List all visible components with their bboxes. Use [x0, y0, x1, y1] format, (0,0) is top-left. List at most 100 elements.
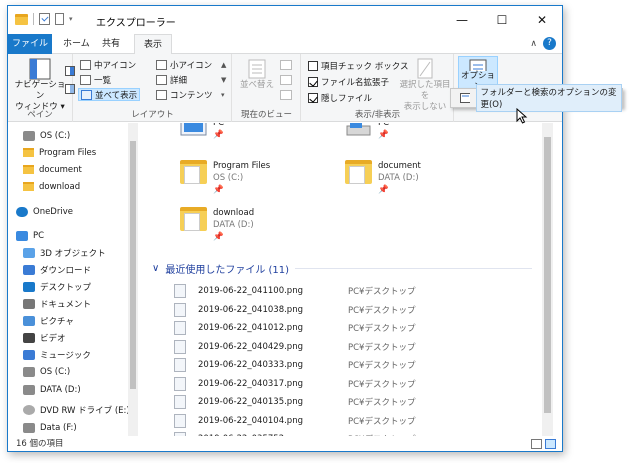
quick-access-tile[interactable]: PC 📌 [345, 123, 389, 141]
sidebar-item[interactable]: 3D オブジェクト [23, 244, 138, 261]
content-scroll-thumb[interactable] [544, 137, 551, 413]
list-item[interactable]: 2019-06-22_041100.png PC¥デスクトップ [174, 282, 542, 300]
size-columns-icon[interactable] [280, 90, 292, 103]
sidebar-item[interactable]: ビデオ [23, 329, 138, 346]
layout-small-icons[interactable]: 小アイコン [156, 58, 212, 71]
hide-selected-button[interactable]: 選択した項目を 表示しない [397, 58, 453, 113]
collapse-ribbon-icon[interactable]: ∧ [530, 39, 537, 49]
nav-scroll-thumb[interactable] [130, 141, 136, 389]
folder-icon [180, 160, 207, 184]
recent-files-header[interactable]: ∨ 最近使用したファイル (11) [152, 261, 532, 276]
hidden-files-checkbox[interactable] [308, 92, 318, 103]
tile-name: document [378, 161, 421, 171]
sidebar-item[interactable]: document📌 [23, 161, 138, 178]
file-name: 2019-06-22_041012.png [198, 323, 303, 333]
sidebar-item-label: OS (C:) [40, 130, 71, 141]
tile-location: OS (C:) [213, 173, 244, 183]
file-extensions-checkbox[interactable] [308, 76, 318, 87]
quick-access-tile[interactable]: Program Files OS (C:) 📌 [180, 160, 270, 196]
navigation-pane-button[interactable]: ナビゲーション ウィンドウ ▾ [14, 58, 66, 113]
group-by-icon[interactable] [280, 60, 292, 73]
details-view-icon[interactable] [531, 439, 542, 449]
new-folder-icon[interactable] [55, 13, 64, 25]
status-bar: 16 個の項目 [8, 436, 562, 451]
title-bar: ▾ エクスプローラー — ☐ ✕ [8, 6, 562, 34]
hidden-files-toggle[interactable]: 隠しファイル [308, 91, 372, 104]
tile-name: download [213, 208, 255, 218]
sidebar-item[interactable]: ダウンロード [23, 261, 138, 278]
list-item[interactable]: 2019-06-22_040104.png PC¥デスクトップ [174, 412, 542, 430]
customize-toolbar-icon[interactable]: ▾ [69, 15, 73, 23]
sidebar-item[interactable]: ドキュメント [23, 295, 138, 312]
change-folder-options-item[interactable]: フォルダーと検索のオプションの変更(O) [476, 84, 622, 112]
chevron-down-icon[interactable]: ∨ [152, 263, 159, 274]
add-columns-icon[interactable] [280, 75, 292, 88]
list-item[interactable]: 2019-06-22_040135.png PC¥デスクトップ [174, 393, 542, 411]
sidebar-item[interactable]: OS (C:)📌 [23, 127, 138, 144]
tiles-icon [81, 89, 92, 100]
sidebar-item[interactable]: ミュージック [23, 346, 138, 363]
list-item[interactable]: 2019-06-22_040429.png PC¥デスクトップ [174, 338, 542, 356]
desktop-icon [23, 281, 35, 292]
layout-content[interactable]: コンテンツ [156, 88, 213, 101]
sidebar-item[interactable]: PC [16, 227, 134, 244]
help-icon[interactable]: ? [543, 37, 556, 50]
list-item[interactable]: 2019-06-22_041012.png PC¥デスクトップ [174, 319, 542, 337]
layout-list[interactable]: 一覧 [80, 73, 111, 86]
pin-icon: 📌 [378, 130, 389, 140]
sidebar-item[interactable]: DATA (D:) [23, 381, 138, 398]
layout-details[interactable]: 詳細 [156, 73, 187, 86]
layout-label: 詳細 [170, 75, 188, 86]
sidebar-item-label: OS (C:) [40, 366, 71, 377]
content-icon [156, 89, 167, 100]
list-item[interactable]: 2019-06-22_041038.png PC¥デスクトップ [174, 301, 542, 319]
image-file-icon [174, 395, 186, 409]
image-file-icon [174, 302, 186, 317]
layout-label: 並べて表示 [95, 90, 138, 101]
download-icon [23, 264, 35, 275]
sidebar-item[interactable]: ピクチャ [23, 312, 138, 329]
image-file-icon [174, 376, 186, 391]
nav-scrollbar[interactable] [128, 123, 138, 436]
sidebar-item[interactable]: DVD RW ドライブ (E:) [23, 401, 138, 418]
maximize-button[interactable]: ☐ [482, 6, 522, 34]
sidebar-item[interactable]: OneDrive [16, 203, 134, 220]
item-checkboxes-toggle[interactable]: 項目チェック ボックス [308, 59, 408, 72]
pictures-icon [23, 315, 35, 326]
sidebar-item-label: download [39, 181, 81, 192]
layout-scroll-arrows[interactable]: ▲ ▼ ▾ [221, 58, 226, 103]
pin-icon: 📌 [213, 232, 224, 242]
list-item[interactable]: 2019-06-22_040333.png PC¥デスクトップ [174, 356, 542, 374]
quick-access-tile[interactable]: download DATA (D:) 📌 [180, 207, 254, 243]
sidebar-item[interactable]: OS (C:) [23, 363, 138, 380]
window-controls: — ☐ ✕ [442, 6, 562, 34]
list-icon [80, 74, 91, 85]
layout-tiles[interactable]: 並べて表示 [78, 88, 141, 101]
content-scrollbar[interactable] [542, 123, 553, 436]
sidebar-item[interactable]: download📌 [23, 178, 138, 195]
sidebar-item[interactable]: デスクトップ [23, 278, 138, 295]
tiles-view-icon[interactable] [545, 439, 556, 449]
tab-view[interactable]: 表示 [134, 34, 173, 55]
3d-icon [23, 247, 35, 258]
properties-icon[interactable] [39, 13, 50, 25]
close-button[interactable]: ✕ [522, 6, 562, 34]
sidebar-item[interactable]: Program Files📌 [23, 144, 138, 161]
pin-icon: 📌 [378, 185, 389, 195]
quick-access-tile[interactable]: PC 📌 [180, 123, 224, 141]
sort-button[interactable]: 並べ替え [239, 58, 275, 91]
file-extensions-toggle[interactable]: ファイル名拡張子 [308, 75, 389, 88]
minimize-button[interactable]: — [442, 6, 482, 34]
dvd-icon [23, 404, 35, 415]
tab-file[interactable]: ファイル [8, 34, 52, 54]
quick-access-tile[interactable]: document DATA (D:) 📌 [345, 160, 421, 196]
layout-medium-icons[interactable]: 中アイコン [80, 58, 136, 71]
sidebar-item-label: ピクチャ [40, 316, 74, 327]
item-checkboxes-label: 項目チェック ボックス [321, 61, 409, 72]
item-checkboxes-checkbox[interactable] [308, 60, 318, 71]
sidebar-item[interactable]: Data (F:) [23, 419, 138, 436]
tab-share[interactable]: 共有 [93, 34, 129, 54]
list-item[interactable]: 2019-06-22_040317.png PC¥デスクトップ [174, 375, 542, 393]
file-extensions-label: ファイル名拡張子 [321, 77, 390, 88]
group-label-layout: レイアウト [131, 110, 174, 120]
